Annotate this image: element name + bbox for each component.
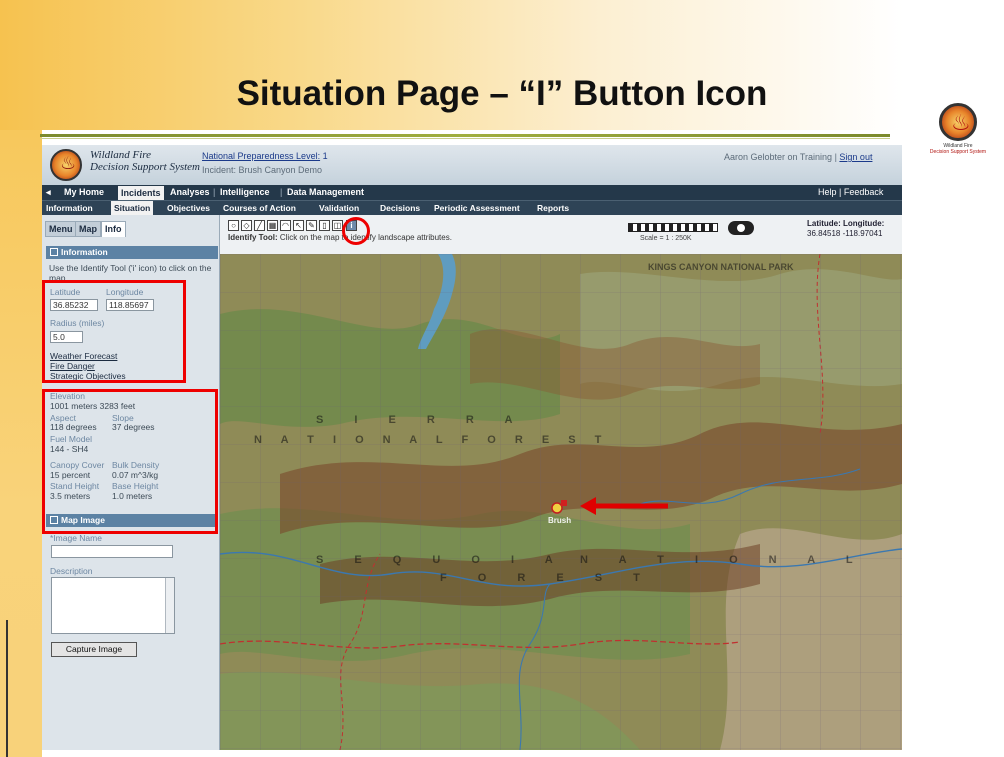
polygon-tool-icon[interactable]: ◇	[241, 220, 252, 231]
grid-tool-icon[interactable]: ▦	[267, 220, 278, 231]
signout-link[interactable]: Sign out	[839, 152, 872, 162]
app-logo-icon[interactable]: ♨	[50, 149, 82, 181]
panel-tab-info[interactable]: Info	[101, 221, 126, 237]
textarea-scrollbar[interactable]	[165, 578, 174, 633]
nav-analyses[interactable]: Analyses	[170, 187, 210, 197]
scale-bar	[628, 223, 718, 232]
user-name: Aaron Gelobter on Training |	[724, 152, 837, 162]
app-name-line1: Wildland Fire	[90, 149, 152, 161]
app-name-line2: Decision Support System	[90, 161, 200, 173]
help-feedback-links[interactable]: Help | Feedback	[818, 187, 883, 197]
image-name-field[interactable]	[51, 545, 173, 558]
nav-my-home[interactable]: My Home	[64, 187, 104, 197]
map-label-national-forest: N A T I O N A L F O R E S T	[254, 434, 610, 446]
map-toolbar: ○ ◇ ╱ ▦ ◠ ↖ ✎ ▯ ◫ i Identify Tool: Click…	[220, 215, 902, 254]
tab-decisions[interactable]: Decisions	[380, 203, 420, 213]
nav-separator: |	[280, 187, 283, 197]
tab-information[interactable]: Information	[46, 203, 93, 213]
tab-courses-of-action[interactable]: Courses of Action	[223, 203, 296, 213]
description-label: Description	[50, 566, 93, 576]
title-rule-thin	[40, 138, 890, 139]
attributes-highlight-box	[42, 389, 218, 534]
information-header-label: Information	[61, 247, 108, 257]
scale-label: Scale = 1 : 250K	[640, 235, 692, 242]
latlon-header: Latitude: Longitude:	[807, 219, 885, 228]
collapse-icon[interactable]	[50, 248, 58, 256]
map-label-sequoia: S E Q U O I A	[316, 554, 567, 566]
erase-tool-icon[interactable]: ▯	[319, 220, 330, 231]
area-tool-icon[interactable]: ◠	[280, 220, 291, 231]
user-info: Aaron Gelobter on Training | Sign out	[724, 152, 872, 162]
panel-tab-menu[interactable]: Menu	[45, 221, 77, 237]
pointer-tool-icon[interactable]: ↖	[293, 220, 304, 231]
identify-button-highlight-circle	[342, 217, 370, 245]
nav-back-icon[interactable]: ◂	[46, 187, 51, 198]
tab-reports[interactable]: Reports	[537, 203, 569, 213]
secondary-nav: Information Situation Objectives Courses…	[42, 200, 902, 216]
circle-tool-icon[interactable]: ○	[228, 220, 239, 231]
fire-label: Brush	[548, 516, 572, 525]
tab-objectives[interactable]: Objectives	[167, 203, 210, 213]
logo-text-line2: Decision Support System	[929, 149, 987, 155]
tab-validation[interactable]: Validation	[319, 203, 359, 213]
tab-periodic-assessment[interactable]: Periodic Assessment	[434, 203, 520, 213]
description-textarea[interactable]	[51, 577, 175, 634]
image-name-label: *Image Name	[50, 533, 102, 543]
preparedness-value: 1	[322, 151, 328, 161]
topo-map-graphic	[220, 254, 902, 750]
map-label-forest: F O R E S T	[440, 572, 654, 584]
nav-separator: |	[213, 187, 216, 197]
pan-zoom-icon[interactable]	[728, 221, 754, 235]
latlon-readout: 36.84518 -118.97041	[807, 229, 883, 238]
tab-situation[interactable]: Situation	[111, 201, 154, 216]
draw-tool-icon[interactable]: ✎	[306, 220, 317, 231]
line-tool-icon[interactable]: ╱	[254, 220, 265, 231]
map-label-sierra: S I E R R A	[316, 414, 527, 426]
nav-incidents[interactable]: Incidents	[118, 186, 164, 200]
capture-image-button[interactable]: Capture Image	[51, 642, 137, 657]
topo-map[interactable]: KINGS CANYON NATIONAL PARK S I E R R A N…	[220, 254, 902, 750]
app-header: ♨ Wildland Fire Decision Support System …	[42, 145, 902, 185]
nav-data-management[interactable]: Data Management	[287, 187, 364, 197]
panel-tabs: Menu Map Info	[42, 219, 220, 237]
information-header[interactable]: Information	[46, 246, 218, 259]
incident-name: Incident: Brush Canyon Demo	[202, 165, 323, 175]
panel-tab-map[interactable]: Map	[75, 221, 101, 237]
fire-logo-icon: ♨	[939, 103, 977, 141]
preparedness-level: National Preparedness Level: 1	[202, 151, 328, 161]
app-name: Wildland Fire Decision Support System	[90, 149, 200, 173]
nav-intelligence[interactable]: Intelligence	[220, 187, 270, 197]
title-rule	[40, 134, 890, 137]
primary-nav: ◂ My Home Incidents Analyses | Intellige…	[42, 185, 902, 200]
preparedness-link[interactable]: National Preparedness Level:	[202, 151, 320, 161]
map-label-kings-canyon: KINGS CANYON NATIONAL PARK	[648, 262, 794, 272]
location-highlight-box	[42, 280, 186, 383]
app-window: ♨ Wildland Fire Decision Support System …	[42, 145, 902, 750]
map-label-national: N A T I O N A L	[580, 554, 867, 566]
wfdss-logo: ♨ Wildland Fire Decision Support System	[918, 103, 998, 173]
slide-title: Situation Page – “I” Button Icon	[236, 74, 768, 113]
tooltip-title: Identify Tool:	[228, 233, 278, 242]
slide-edge-line	[6, 620, 8, 757]
